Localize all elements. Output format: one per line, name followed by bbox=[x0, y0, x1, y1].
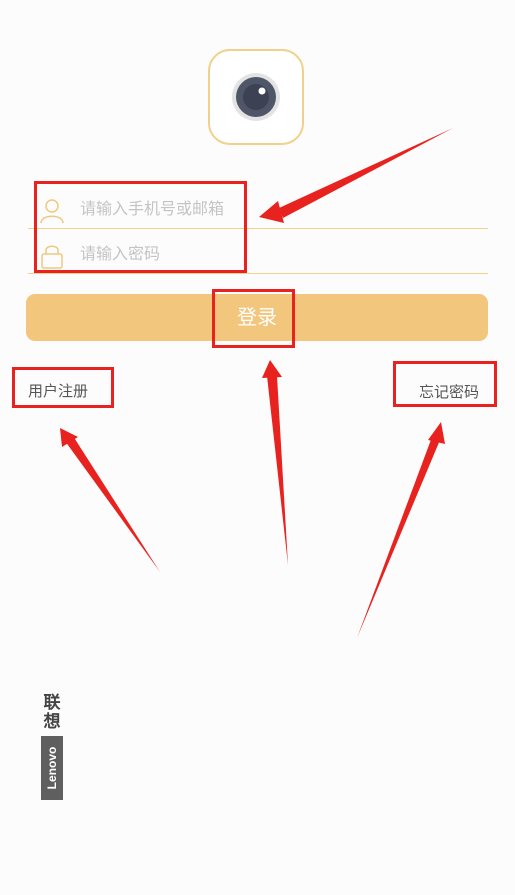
lenovo-brand: 联 想 Lenovo bbox=[41, 694, 63, 800]
arrow-to-login bbox=[267, 376, 288, 565]
arrow-to-fields bbox=[279, 128, 453, 218]
arrow-to-forgot bbox=[357, 437, 440, 638]
brand-cn-char-1: 联 bbox=[43, 693, 61, 713]
arrow-to-login-head bbox=[262, 360, 282, 378]
arrow-to-fields-head bbox=[259, 201, 284, 223]
brand-en-box: Lenovo bbox=[41, 736, 63, 800]
arrow-to-register bbox=[65, 436, 160, 572]
annotation-arrows bbox=[60, 128, 453, 638]
brand-en-text: Lenovo bbox=[45, 746, 59, 790]
brand-cn-char-2: 想 bbox=[43, 712, 61, 732]
arrow-to-forgot-head bbox=[428, 422, 445, 444]
